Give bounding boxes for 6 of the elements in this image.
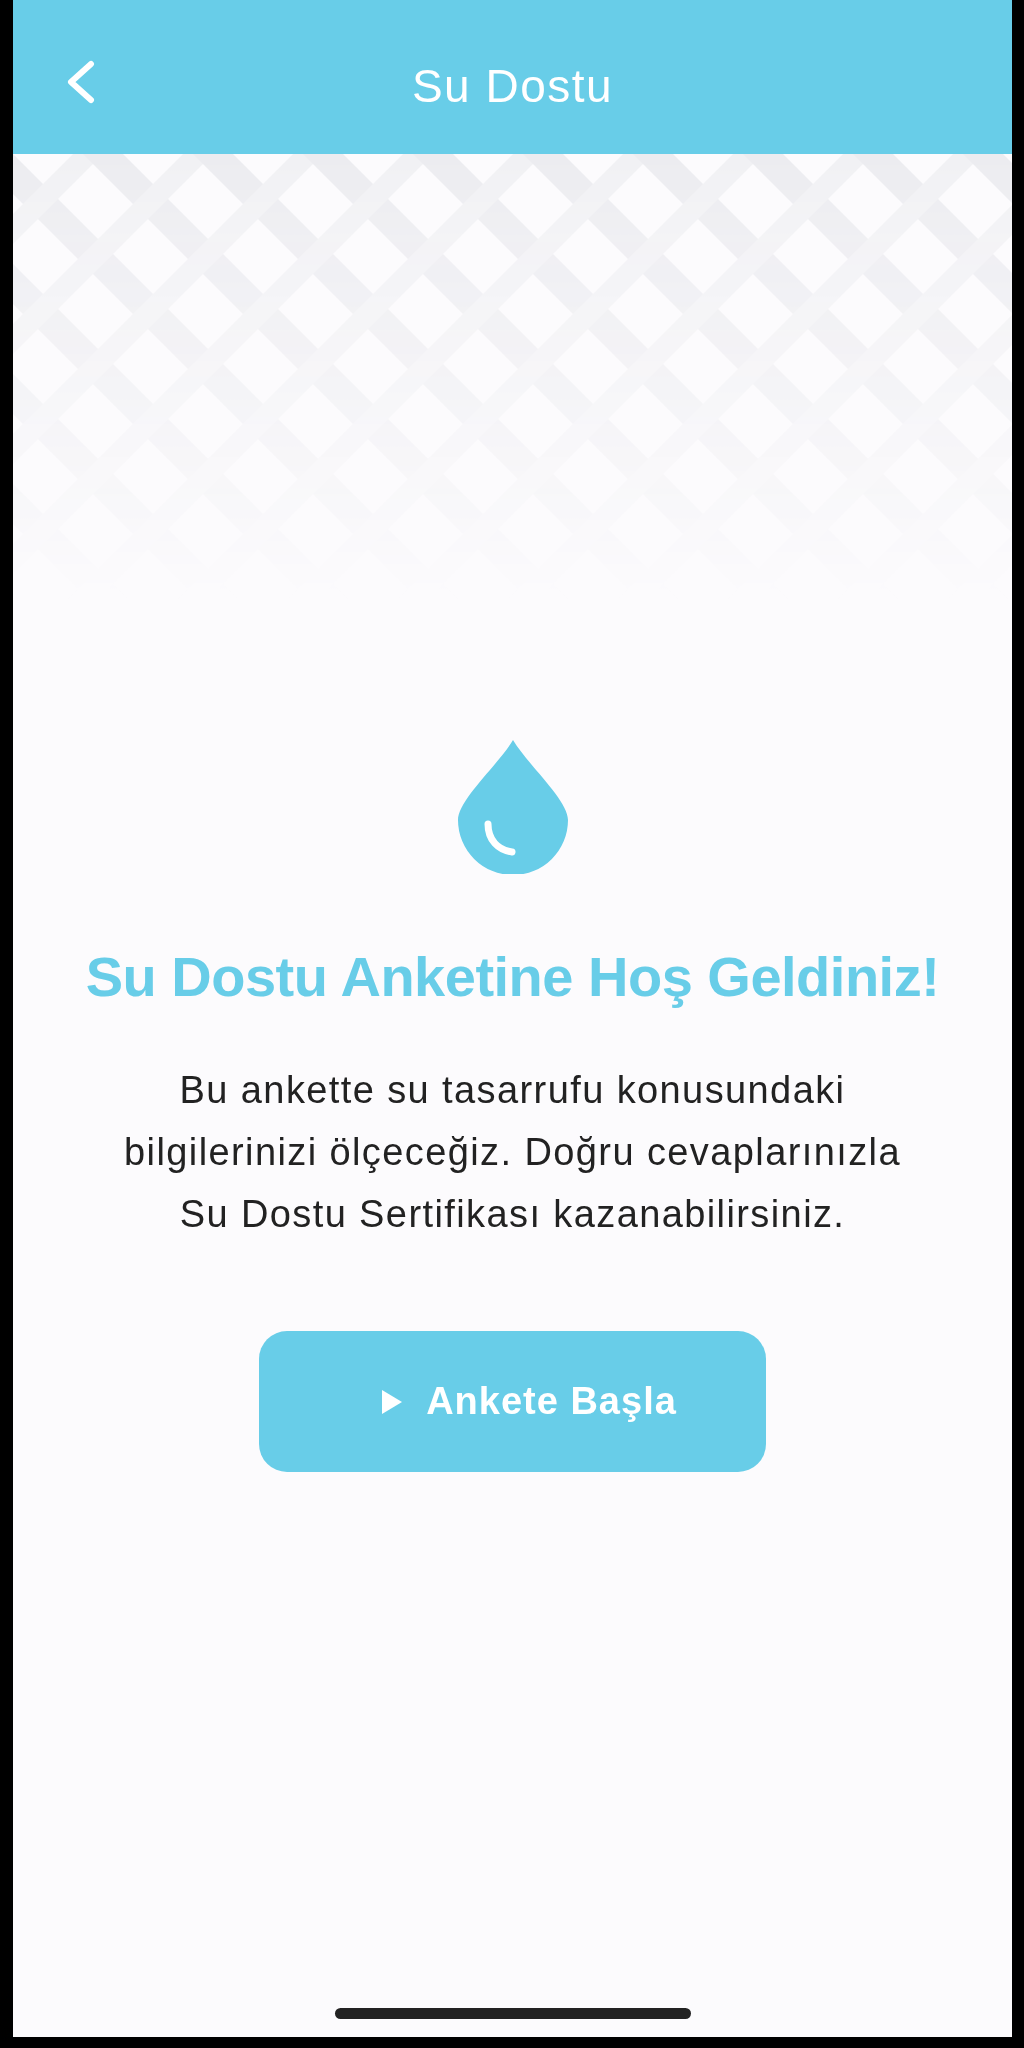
screen-title: Su Dostu: [411, 59, 614, 113]
start-survey-button[interactable]: Ankete Başla: [259, 1331, 766, 1472]
welcome-heading: Su Dostu Anketine Hoş Geldiniz!: [85, 944, 940, 1009]
play-icon: [382, 1389, 403, 1414]
welcome-text: Bu ankette su tasarrufu konusundaki bilgilerinizi ölçeceğiz. Doğru cevaplarınızla Su Dostu Sertifikası kazanabilirsiniz.: [124, 1068, 901, 1237]
water-drop-icon: [457, 740, 568, 874]
